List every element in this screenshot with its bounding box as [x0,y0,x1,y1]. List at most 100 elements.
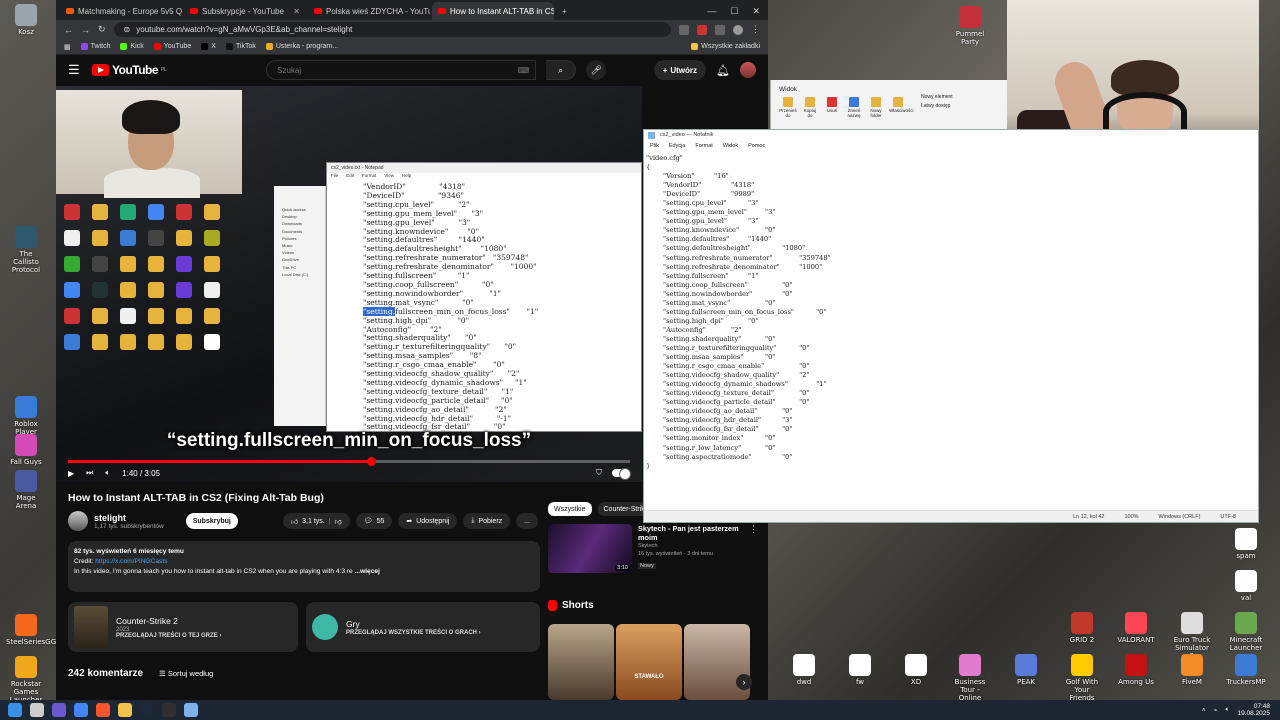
network-icon[interactable]: ⌁ [1214,706,1218,714]
notepad-menu-item[interactable]: Plik [650,141,659,152]
tab-close-icon[interactable]: ✕ [293,7,300,16]
download-button[interactable]: ⤓ Pobierz [463,513,511,529]
all-bookmarks-folder[interactable]: Wszystkie zakładki [691,43,760,50]
extension-icon[interactable] [679,24,689,35]
desktop-shortcut[interactable]: val [1226,570,1266,602]
bookmark-item[interactable]: TikTok [225,43,256,50]
hamburger-menu-icon[interactable]: ☰ [68,62,82,78]
play-icon[interactable]: ▶ [68,469,74,478]
desktop-shortcut[interactable]: GRID 2 [1062,612,1102,644]
desktop-shortcut[interactable]: Fall Guys [6,434,46,466]
desktop-shortcut[interactable]: Minecraft Launcher [1226,612,1266,652]
desktop-shortcut[interactable]: dwd [784,654,824,686]
ribbon-tab-view[interactable]: Widok [771,80,1008,93]
recommended-title[interactable]: Skytech - Pan jest pasterzem moim [638,524,743,542]
ribbon-button[interactable]: Zmień nazwę [845,97,863,118]
video-progress-bar[interactable] [68,457,630,466]
browser-tab[interactable]: How to Instant ALT-TAB in CS2 (F✕ [432,2,554,20]
share-button[interactable]: ➦ Udostępnij [398,513,458,529]
keyboard-icon[interactable]: ⌨ [518,66,530,75]
thumbs-down-icon[interactable]: 👎︎ [335,517,342,526]
easy-access-button[interactable]: Łatwy dostęp [921,102,953,111]
show-more-link[interactable]: ...więcej [355,568,380,575]
site-info-icon[interactable]: ⊜ [124,25,131,34]
category-card-game[interactable]: Counter-Strike 2 2023 PRZEGLĄDAJ TREŚCI … [68,602,298,652]
more-vert-icon[interactable]: ⋮ [749,524,758,580]
search-icon[interactable] [30,703,44,717]
category-link[interactable]: PRZEGLĄDAJ WSZYSTKIE TREŚCI O GRACH › [346,630,481,636]
recommended-thumbnail[interactable]: 3:10 [548,524,632,573]
account-avatar[interactable] [740,62,756,78]
ribbon-button[interactable]: Nowy folder [867,97,885,118]
category-card-gaming[interactable]: Gry PRZEGLĄDAJ WSZYSTKIE TREŚCI O GRACH … [306,602,540,652]
desktop-shortcut[interactable]: FiveM [1172,654,1212,686]
more-actions-button[interactable]: ... [516,513,538,529]
ribbon-button[interactable]: Właściwości [889,97,914,118]
desktop-shortcut[interactable]: fw [840,654,880,686]
desktop-shortcut[interactable]: Euro Truck Simulator 2 [1172,612,1212,660]
steam-icon[interactable] [140,703,154,717]
extension-icon[interactable] [715,24,725,35]
desktop-shortcut[interactable]: Golf With Your Friends [1062,654,1102,702]
apps-icon[interactable]: ▦ [64,43,71,51]
reload-icon[interactable]: ↻ [98,24,106,35]
credit-link[interactable]: https://x.com/PINGCasts [95,558,167,565]
desktop-shortcut[interactable]: Among Us [1116,654,1156,686]
desktop-shortcut[interactable]: TruckersMP [1226,654,1266,686]
volume-icon[interactable]: 🔈︎ [105,468,110,478]
voice-search-button[interactable]: 🎤︎ [586,60,607,80]
windows-start-icon[interactable] [8,703,22,717]
search-button[interactable]: ⌕ [546,60,577,80]
notepad-menu-item[interactable]: Pomoc [748,141,765,152]
browser-tab[interactable]: Matchmaking - Europe 5v5 Queue✕ [60,2,182,20]
desktop-shortcut[interactable]: VALORANT [1116,612,1156,644]
bookmark-item[interactable]: Twitch [80,43,110,50]
minimize-icon[interactable]: — [707,6,716,16]
youtube-logo[interactable]: YouTube PL [92,63,167,77]
new-item-button[interactable]: Nowy element [921,93,953,102]
task-view-icon[interactable] [52,703,66,717]
comments-button[interactable]: 💬︎ 55 [355,513,393,529]
ribbon-button[interactable]: Usuń [823,97,841,118]
back-icon[interactable]: ← [64,25,73,35]
desktop-shortcut[interactable]: SteelSeriesGG87.0... [6,614,78,646]
notepad-icon[interactable] [184,703,198,717]
notifications-bell-icon[interactable]: 🔔︎ [716,64,730,77]
bookmark-item[interactable]: Usterka - program... [265,43,338,50]
profile-icon[interactable] [733,24,743,35]
browser-tab[interactable]: Subskrypcje - YouTube ✕ [184,2,306,20]
desktop-shortcut[interactable]: spam [1226,528,1266,560]
brave-icon[interactable] [96,703,110,717]
menu-dots-icon[interactable]: ⋮ [751,24,760,35]
channel-avatar[interactable] [68,511,88,531]
shorts-next-arrow-icon[interactable]: › [736,674,752,690]
desktop-shortcut[interactable]: Roblox Player [6,396,46,436]
autoplay-icon[interactable]: ⛉ [596,468,602,478]
notepad-text-area[interactable]: "video.cfg" { "Version" "16" "VendorID" … [646,154,1258,510]
volume-icon[interactable]: 🔈︎ [1226,706,1230,714]
channel-name[interactable]: stelight [94,513,164,523]
notepad-menu-item[interactable]: Edycja [669,141,686,152]
bookmark-item[interactable]: X [201,43,216,50]
notepad-menu-item[interactable]: Widok [723,141,738,152]
next-icon[interactable]: ⏭ [86,468,93,478]
notepad-menu-item[interactable]: Format [695,141,712,152]
url-bar[interactable]: ⊜ youtube.com/watch?v=gN_aMwVGp3E&ab_cha… [113,22,671,37]
description-box[interactable]: 82 tys. wyświetleń 6 miesięcy temu Credi… [68,541,540,592]
tray-expand-icon[interactable]: ˄ [1202,707,1206,714]
video-player[interactable]: Quick access Desktop Downloads Documents Pic… [56,86,642,482]
autoplay-toggle[interactable] [612,468,631,480]
bookmark-item[interactable]: YouTube [153,43,191,50]
desktop-shortcut[interactable]: PEAK [1006,654,1046,686]
category-link[interactable]: PRZEGLĄDAJ TREŚCI O TEJ GRZE › [116,633,221,639]
explorer-icon[interactable] [118,703,132,717]
extension-icon[interactable] [697,24,707,35]
desktop-shortcut[interactable]: Pummel Party [950,6,990,46]
desktop-shortcut[interactable]: The Callisto Protocol [6,226,46,274]
search-input[interactable]: Szukaj ⌨ [266,60,537,80]
desktop-shortcut[interactable]: Mage Arena [6,470,46,510]
ribbon-button[interactable]: Kopiuj do [801,97,819,118]
bookmark-item[interactable]: Kick [120,43,144,50]
maximize-icon[interactable]: ☐ [730,6,738,17]
clock[interactable]: 07:48 19.08.2025 [1237,703,1270,717]
